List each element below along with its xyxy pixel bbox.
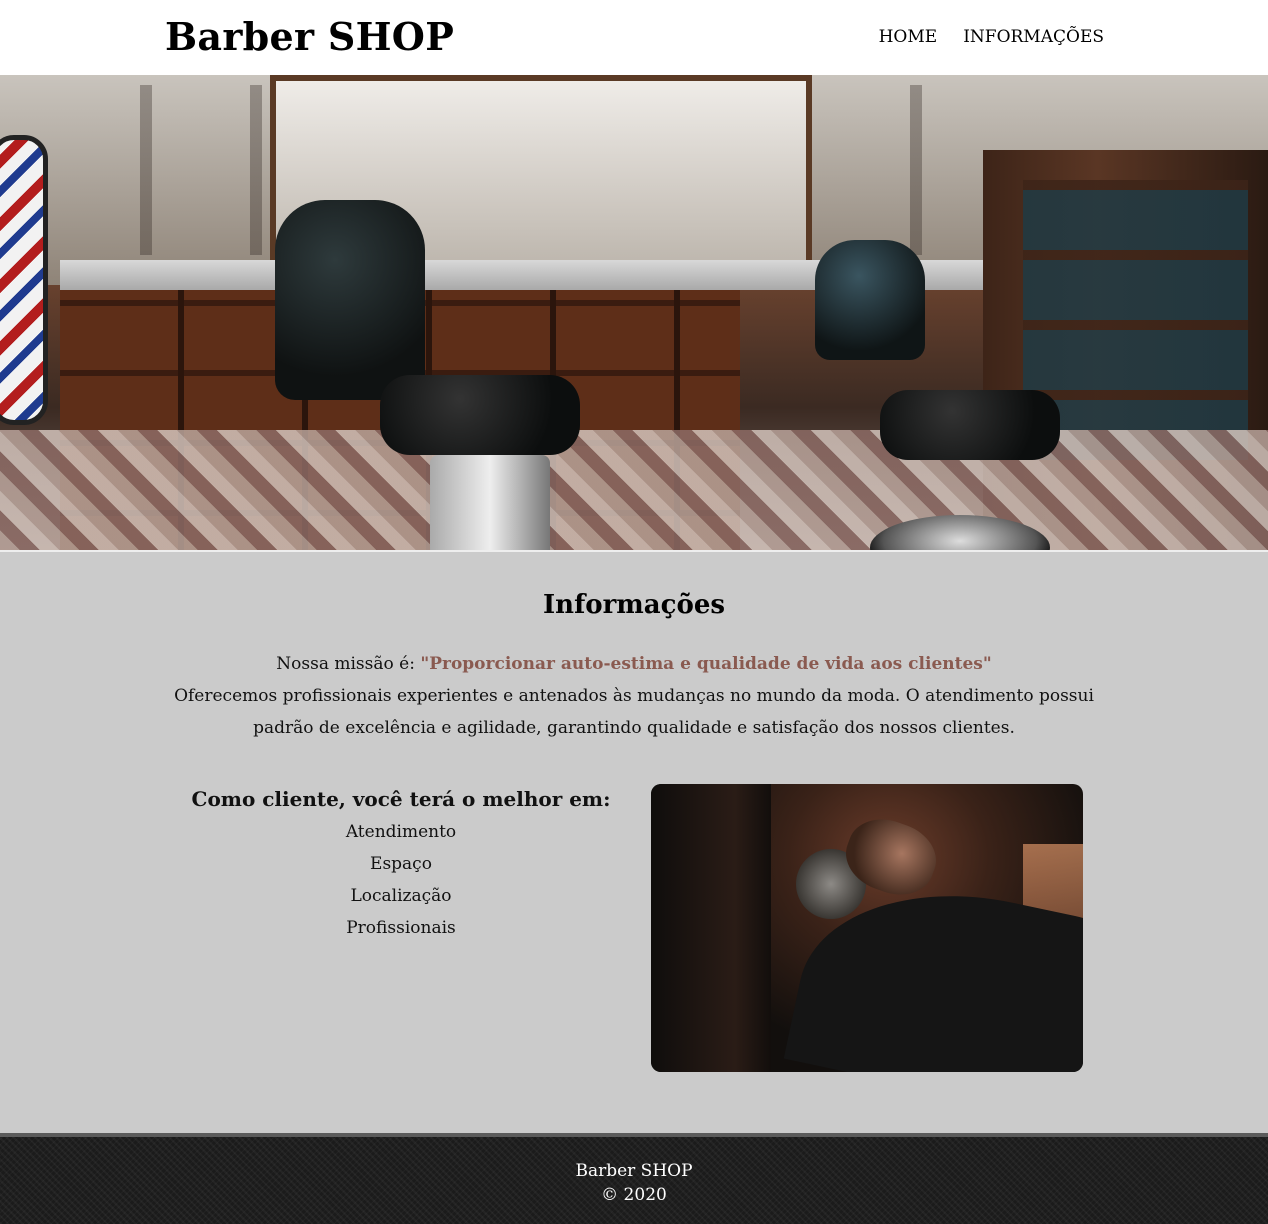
hero-barbershop-image [0, 75, 1268, 552]
site-header: Barber SHOP HOME INFORMAÇÕES [0, 0, 1268, 75]
benefits-title: Como cliente, você terá o melhor em: [191, 787, 611, 811]
description-text: Oferecemos profissionais experientes e a… [174, 686, 1094, 738]
mission-statement: Nossa missão é: "Proporcionar auto-estim… [0, 648, 1268, 680]
brand-logo[interactable]: Barber SHOP [165, 14, 454, 59]
barber-photo [651, 784, 1083, 1072]
footer-copyright: © 2020 [601, 1185, 667, 1205]
barber-chair-left [275, 200, 425, 400]
list-item: Espaço [370, 854, 432, 874]
nav-home[interactable]: HOME [879, 27, 938, 47]
nav-informacoes[interactable]: INFORMAÇÕES [963, 27, 1104, 47]
mission-prefix: Nossa missão é: [276, 654, 415, 674]
main-nav: HOME INFORMAÇÕES [879, 27, 1104, 47]
section-title: Informações [543, 590, 725, 620]
barber-chair-right [815, 240, 925, 360]
barber-pole [0, 135, 48, 425]
footer-brand: Barber SHOP [575, 1161, 693, 1181]
benefits-row: Como cliente, você terá o melhor em: Ate… [0, 784, 1268, 1144]
benefits-list: Como cliente, você terá o melhor em: Ate… [190, 784, 612, 944]
mission-quote: "Proporcionar auto-estima e qualidade de… [420, 654, 992, 674]
site-footer: Barber SHOP © 2020 [0, 1133, 1268, 1224]
list-item: Atendimento [345, 822, 457, 842]
list-item: Profissionais [346, 918, 456, 938]
info-section: Informações Nossa missão é: "Proporciona… [0, 552, 1268, 1144]
list-item: Localização [350, 886, 452, 906]
